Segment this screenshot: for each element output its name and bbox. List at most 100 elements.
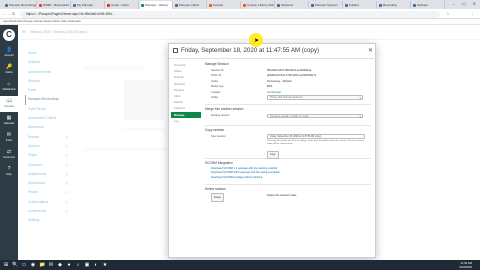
tab-favicon-icon bbox=[345, 3, 348, 7]
browser-tab[interactable]: Course: History 200 bbox=[242, 1, 275, 9]
browser-tab[interactable]: My Panopto bbox=[72, 1, 105, 9]
url-input[interactable]: https://.../Panopto/Pages/Viewer.aspx?id… bbox=[20, 10, 440, 18]
tab-label: Sessions bbox=[281, 3, 294, 7]
section-divider bbox=[205, 124, 371, 126]
address-bar-row: ← → ↻ https://.../Panopto/Pages/Viewer.a… bbox=[0, 9, 480, 19]
calendar-icon: ▦ bbox=[6, 115, 12, 121]
section-divider bbox=[205, 104, 371, 106]
browser-tab[interactable]: Panopto Support bbox=[310, 1, 343, 9]
taskbar-app-icon[interactable]: ✉ bbox=[48, 262, 54, 268]
global-nav-inbox[interactable]: ✉ Inbox bbox=[0, 130, 18, 146]
browser-menu-icon[interactable]: ⋮ bbox=[470, 11, 474, 16]
delete-note: Delete this session's data bbox=[267, 193, 297, 197]
close-icon[interactable]: ✕ bbox=[368, 47, 373, 54]
browser-tab[interactable]: NKBD - Bookmarks bbox=[38, 1, 71, 9]
tab-label: Panopto Admin bbox=[179, 3, 200, 7]
dialog-header: Friday, September 18, 2020 at 11:47:55 A… bbox=[169, 44, 377, 59]
tab-favicon-icon bbox=[141, 3, 144, 7]
tab-label: NKBD - Bookmarks bbox=[43, 3, 70, 7]
global-nav-courses[interactable]: 📖 Courses bbox=[0, 96, 18, 112]
taskbar-app-icon[interactable]: ◆ bbox=[57, 262, 63, 268]
browser-tab[interactable]: Settings bbox=[412, 1, 445, 9]
browser-tab[interactable]: Folders bbox=[344, 1, 377, 9]
existing-session-select[interactable]: Choose a session or folder to merge bbox=[267, 113, 363, 119]
dialog-title: Friday, September 18, 2020 at 11:47:55 A… bbox=[181, 47, 320, 54]
copy-button[interactable]: Copy bbox=[267, 150, 279, 160]
dashboard-icon: ⌂ bbox=[7, 81, 11, 87]
property-key: Folder bbox=[211, 95, 219, 99]
browser-tab-bar: – ☐ ✕ Panopto Recordings NKBD - Bookmarks… bbox=[0, 0, 480, 9]
tab-label: Folders bbox=[349, 3, 360, 7]
global-nav-label: Courses bbox=[4, 105, 14, 108]
new-session-label: New session bbox=[211, 134, 226, 138]
copy-session-title: Copy session bbox=[205, 127, 225, 132]
global-nav-admin[interactable]: 🔑 Admin bbox=[0, 62, 18, 78]
property-row: Folder History 200 (Canvas Students) bbox=[205, 95, 371, 100]
tab-favicon-icon bbox=[413, 3, 416, 7]
browser-tab[interactable]: Panopto Recordings bbox=[4, 1, 37, 9]
browser-tab[interactable]: Panopto - History bbox=[140, 1, 173, 9]
taskbar-app-icon[interactable]: ◉ bbox=[30, 262, 36, 268]
new-session-row: New session Friday, September 18, 2020 a… bbox=[205, 134, 371, 160]
taskbar-app-icon[interactable]: ● bbox=[66, 262, 72, 268]
new-session-input[interactable]: Friday, September 18, 2020 at 11:47:55 A… bbox=[267, 134, 365, 139]
manage-panel: Manage Session Session ID ffffec8a0-b0b5-… bbox=[205, 62, 371, 254]
screen: – ☐ ✕ Panopto Recordings NKBD - Bookmarks… bbox=[0, 0, 480, 270]
tab-favicon-icon bbox=[311, 3, 314, 7]
taskbar-app-icon[interactable]: ♪ bbox=[75, 262, 81, 268]
forward-icon[interactable]: → bbox=[7, 11, 11, 16]
tab-label: Canvas bbox=[213, 3, 224, 7]
taskbar-app-icon[interactable]: 🔍 bbox=[12, 262, 18, 268]
tab-label: Panopto - History bbox=[145, 3, 169, 7]
tab-label: Panopto Recordings bbox=[9, 3, 37, 7]
taskbar-app-icon[interactable]: ◐ bbox=[93, 262, 99, 268]
browser-tab[interactable]: Recording bbox=[378, 1, 411, 9]
tab-favicon-icon bbox=[379, 3, 382, 7]
taskbar-app-icon[interactable]: ★ bbox=[102, 262, 108, 268]
dialog-tab-log[interactable]: Log bbox=[171, 118, 201, 124]
delete-button[interactable]: Delete bbox=[211, 192, 224, 202]
star-icon[interactable]: ☆ bbox=[446, 11, 450, 16]
inbox-icon: ✉ bbox=[6, 132, 12, 138]
dialog-side-tabs: Overview Share Outputs Quizzing Streams Clips… bbox=[171, 62, 201, 124]
tab-favicon-icon bbox=[73, 3, 76, 7]
taskbar-app-icon[interactable]: 📁 bbox=[39, 262, 45, 268]
commons-icon: ⇄ bbox=[6, 149, 12, 155]
global-nav-label: Commons bbox=[3, 156, 15, 159]
browser-tab[interactable]: Panopto Admin bbox=[174, 1, 207, 9]
global-nav-dashboard[interactable]: ⌂ Dashboard bbox=[0, 79, 18, 95]
merge-session-title: Merge into another session bbox=[205, 107, 244, 112]
section-divider bbox=[205, 157, 371, 159]
session-settings-dialog: Friday, September 18, 2020 at 11:47:55 A… bbox=[168, 43, 377, 258]
tab-favicon-icon bbox=[107, 3, 110, 7]
tab-label: Gmail - Inbox bbox=[111, 3, 129, 7]
clock-date: 9/18/2020 bbox=[459, 265, 472, 269]
global-nav-commons[interactable]: ⇄ Commons bbox=[0, 147, 18, 163]
taskbar-app-icon[interactable]: ▭ bbox=[21, 262, 27, 268]
scorm-download-link[interactable]: Download SCORM package without tracking bbox=[205, 176, 371, 181]
taskbar-app-icon[interactable]: ⊞ bbox=[3, 262, 9, 268]
taskbar-app-icon[interactable]: ▣ bbox=[84, 262, 90, 268]
global-nav-calendar[interactable]: ▦ Calendar bbox=[0, 113, 18, 129]
folder-select[interactable]: History 200 (Canvas Students) bbox=[267, 95, 363, 100]
global-nav-label: Calendar bbox=[3, 122, 15, 125]
courses-icon: 📖 bbox=[6, 98, 13, 104]
copy-note: The copy will include all of the recordi… bbox=[267, 139, 365, 145]
global-nav-label: Account bbox=[4, 54, 14, 57]
account-icon: 👤 bbox=[6, 47, 13, 53]
clock[interactable]: 11:52 AM 9/18/2020 bbox=[460, 261, 472, 269]
browser-tab[interactable]: Gmail - Inbox bbox=[106, 1, 139, 9]
global-nav-help[interactable]: ? Help bbox=[0, 164, 18, 180]
window-controls[interactable]: – ☐ ✕ bbox=[453, 1, 479, 6]
taskbar: 11:52 AM 9/18/2020 ⊞ 🔍 ▭ ◉ 📁 ✉ ◆ ● ♪ ▣ ◐ ★ bbox=[0, 260, 480, 270]
browser-tab[interactable]: Sessions bbox=[276, 1, 309, 9]
tab-favicon-icon bbox=[175, 3, 178, 7]
tab-favicon-icon bbox=[39, 3, 42, 7]
global-nav-account[interactable]: 👤 Account bbox=[0, 45, 18, 61]
reload-icon[interactable]: ↻ bbox=[12, 11, 15, 16]
admin-icon: 🔑 bbox=[6, 64, 13, 70]
browser-tab[interactable]: Canvas bbox=[208, 1, 241, 9]
back-icon[interactable]: ← bbox=[2, 11, 6, 16]
canvas-logo[interactable]: C bbox=[3, 29, 15, 41]
tab-label: My Panopto bbox=[77, 3, 94, 7]
